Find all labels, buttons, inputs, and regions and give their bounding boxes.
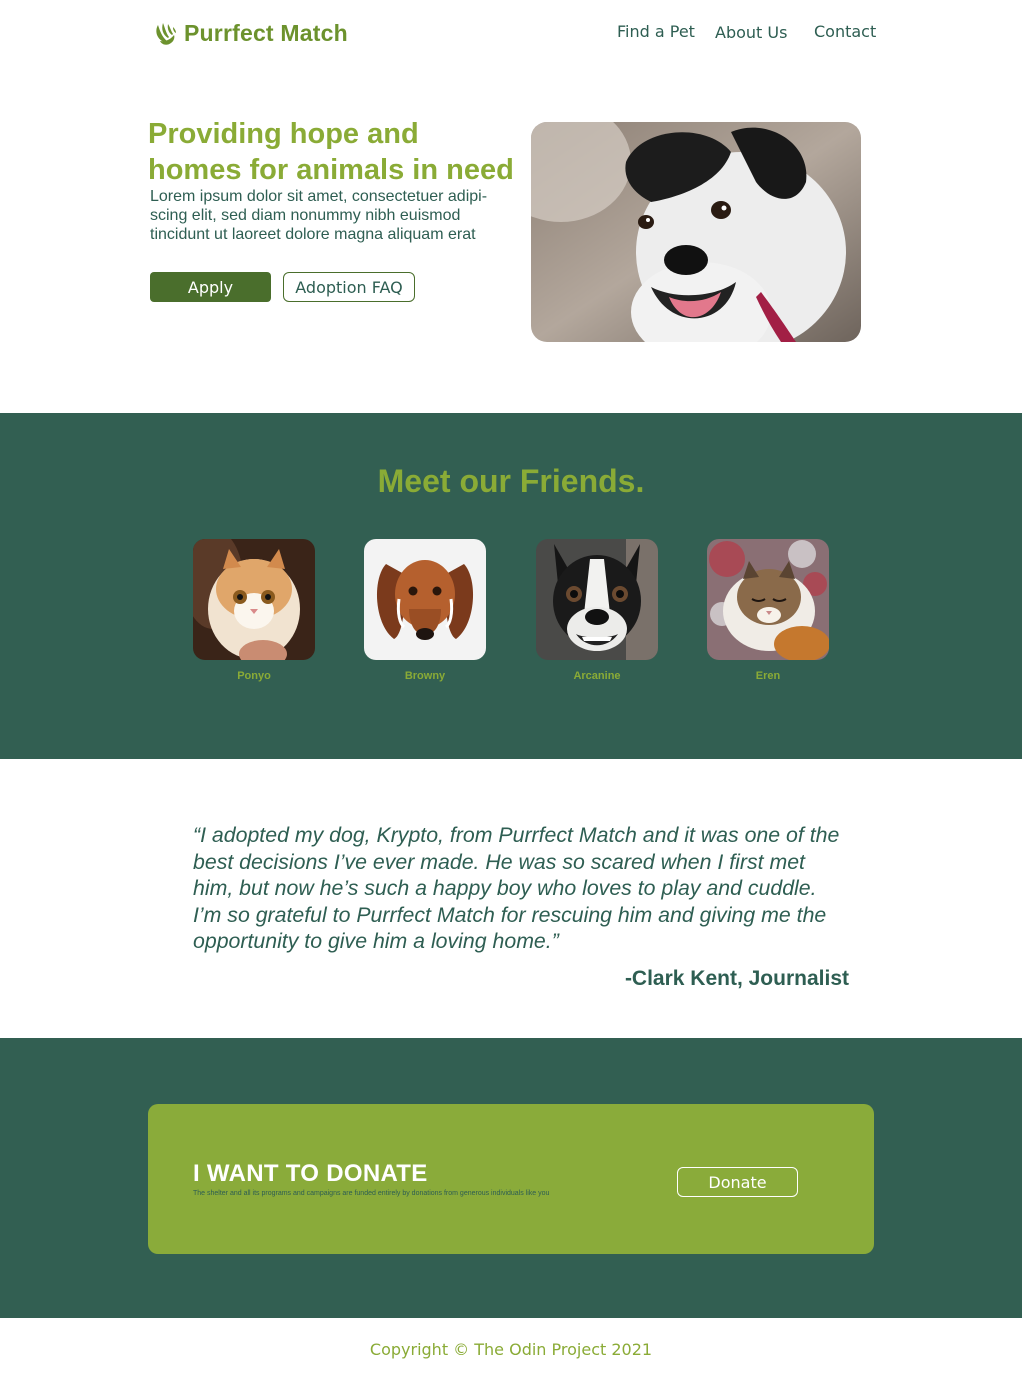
donate-card: I WANT TO DONATE The shelter and all its…	[148, 1104, 874, 1254]
friends-section: Meet our Friends. Ponyo Browny Arcanine …	[0, 413, 1022, 759]
donate-text: The shelter and all its programs and cam…	[193, 1190, 550, 1197]
cat-photo	[193, 539, 315, 660]
pet-card-arcanine[interactable]: Arcanine	[536, 539, 658, 682]
nav-find-a-pet[interactable]: Find a Pet	[617, 22, 695, 41]
pet-name: Browny	[404, 670, 446, 682]
pet-card-eren[interactable]: Eren	[707, 539, 829, 682]
donate-button[interactable]: Donate	[677, 1167, 798, 1197]
hero-text: Lorem ipsum dolor sit amet, consectetuer…	[150, 188, 488, 243]
testimonial-quote: “I adopted my dog, Krypto, from Purrfect…	[193, 823, 840, 953]
site-footer: Copyright © The Odin Project 2021	[0, 1318, 1022, 1386]
pet-card-ponyo[interactable]: Ponyo	[193, 539, 315, 682]
sleeping-cat-photo	[707, 539, 829, 660]
donate-section: I WANT TO DONATE The shelter and all its…	[0, 1038, 1022, 1318]
pet-card-browny[interactable]: Browny	[364, 539, 486, 682]
pet-name: Arcanine	[573, 670, 621, 682]
nav-contact[interactable]: Contact	[814, 22, 876, 41]
testimonial-author: -Clark Kent, Journalist	[624, 967, 849, 990]
boston-terrier-photo	[536, 539, 658, 660]
hero-title: Providing hope and homes for animals in …	[148, 118, 514, 186]
copyright-text: Copyright © The Odin Project 2021	[369, 1340, 653, 1359]
pet-name: Ponyo	[237, 670, 271, 682]
friends-title: Meet our Friends.	[377, 463, 645, 499]
pet-name: Eren	[755, 670, 781, 682]
dachshund-photo	[364, 539, 486, 660]
hero-dog-photo	[531, 122, 861, 342]
apply-button[interactable]: Apply	[150, 272, 271, 302]
nav-about-us[interactable]: About Us	[715, 23, 787, 42]
donate-title: I WANT TO DONATE	[193, 1160, 428, 1187]
adoption-faq-button[interactable]: Adoption FAQ	[283, 272, 415, 302]
site-header: Purrfect Match Find a Pet About Us Conta…	[0, 0, 1022, 70]
main-nav: Find a Pet About Us Contact	[0, 20, 1022, 44]
